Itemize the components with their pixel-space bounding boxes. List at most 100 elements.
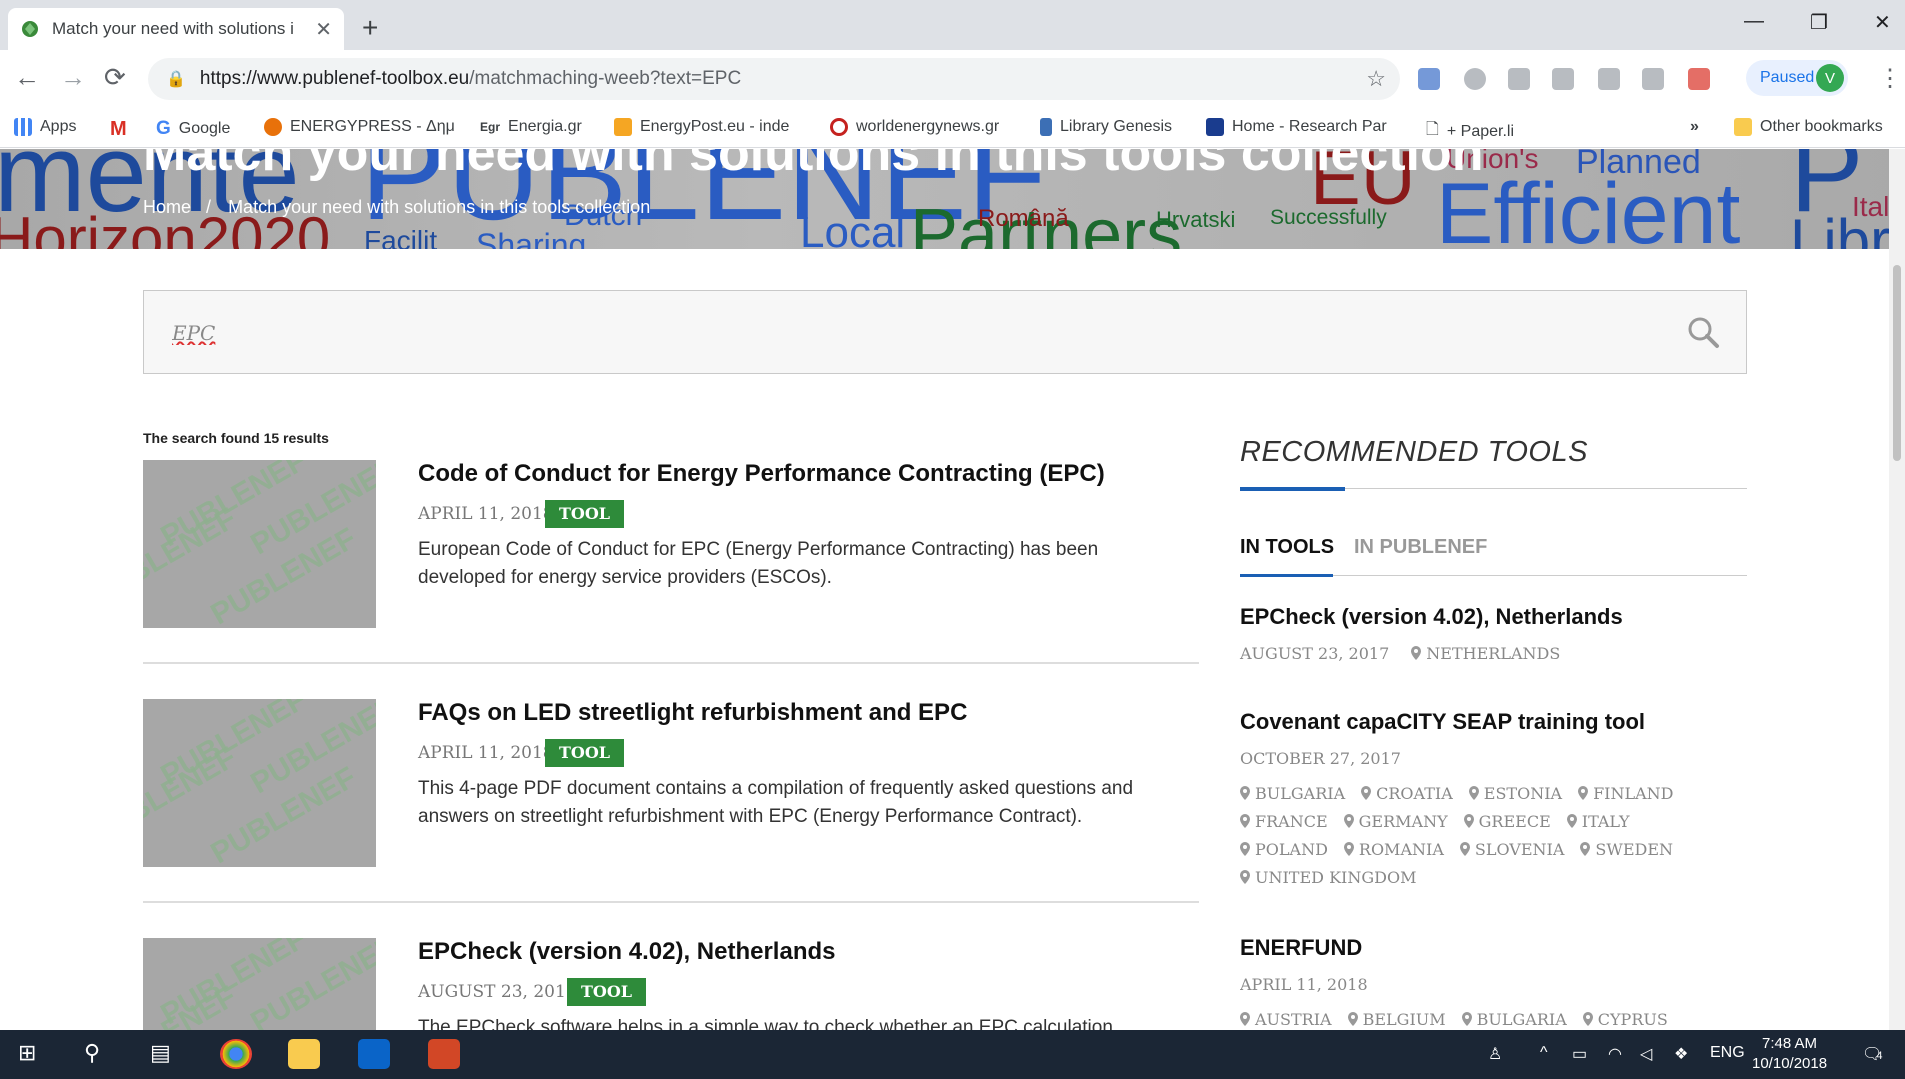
bookmarks-overflow-button[interactable]: » [1690,118,1699,136]
url-path: /matchmaching-weeb?text=EPC [469,68,742,89]
location-pin-icon [1343,814,1354,828]
notifications-icon[interactable]: 🗨4 [1862,1044,1882,1064]
country-list: BULGARIA CROATIA ESTONIA FINLAND FRANCE GERMA… [1240,780,1747,892]
bookmarks-bar: Apps M G Google ENERGYPRESS - Δημ Eɡr Ener… [0,108,1905,148]
result-date: APRIL 11, 2018 [418,743,554,763]
recommended-title[interactable]: EPCheck (version 4.02), Netherlands [1240,604,1747,630]
location-pin-icon [1580,842,1591,856]
search-taskbar-icon[interactable]: ⚲ [84,1040,100,1066]
bookmark-google[interactable]: G Google [156,118,230,140]
battery-icon[interactable]: ▭ [1572,1044,1587,1064]
bookmark-apps[interactable]: Apps [14,118,76,136]
close-tab-icon[interactable]: ✕ [315,17,332,42]
back-icon[interactable]: ← [14,62,40,93]
result-thumbnail[interactable]: PUBLENEF PUBLENEF PUBLENEF PUBLENEF [143,460,376,628]
language-indicator[interactable]: ENG [1710,1044,1745,1062]
bookmark-star-icon[interactable]: ☆ [1366,66,1386,92]
powerpoint-icon[interactable] [428,1039,460,1069]
people-icon[interactable]: ♙ [1488,1044,1502,1064]
address-bar[interactable]: 🔒 https://www.publenef-toolbox.eu/matchm… [148,58,1400,100]
energia-icon: Eɡr [480,120,501,134]
profile-button[interactable]: Paused V [1746,60,1848,96]
url-domain: https://www.publenef-toolbox.eu [199,68,470,89]
word-cloud-text: Română [978,205,1069,232]
bookmark-energypost[interactable]: EnergyPost.eu - inde [614,118,789,136]
tool-badge: TOOL [567,978,647,1006]
result-title[interactable]: Code of Conduct for Energy Performance C… [418,460,1105,488]
extension-pocket-icon[interactable] [1688,68,1710,90]
bookmark-research[interactable]: Home - Research Par [1206,118,1387,136]
extension-snowflake-icon[interactable] [1552,68,1574,90]
country-tag: BULGARIA [1240,780,1345,808]
browser-tab-strip: Match your need with solutions i ✕ + — ❐… [0,0,1905,50]
menu-icon[interactable]: ⋮ [1878,64,1902,93]
close-window-icon[interactable]: ✕ [1874,10,1891,35]
chrome-icon[interactable] [220,1039,252,1069]
task-view-icon[interactable]: ▤ [150,1040,171,1066]
bookmark-energypress[interactable]: ENERGYPRESS - Δημ [264,118,455,136]
windows-start-icon[interactable]: ⊞ [18,1040,36,1066]
lock-icon: 🔒 [166,71,186,88]
bookmark-paperli[interactable]: 🗋 + Paper.li [1426,118,1514,145]
location-pin-icon [1566,814,1577,828]
word-cloud-text: Hrvatski [1156,207,1236,232]
tab-in-publenef[interactable]: IN PUBLENEF [1354,536,1487,559]
country-tag: GREECE [1463,808,1551,836]
worldenergynews-icon [830,118,848,136]
profile-status: Paused [1760,69,1815,86]
location-pin-icon [1411,646,1422,660]
result-thumbnail[interactable]: PUBLENEF PUBLENEF PUBLENEF PUBLENEF [143,699,376,867]
result-title[interactable]: FAQs on LED streetlight refurbishment an… [418,699,967,727]
breadcrumb-separator: / [206,197,212,217]
recommended-title[interactable]: ENERFUND [1240,935,1747,961]
outlook-icon[interactable] [358,1039,390,1069]
minimize-icon[interactable]: — [1744,10,1764,33]
country-list: AUSTRIA BELGIUM BULGARIA CYPRUS [1240,1006,1747,1030]
bookmark-worldenergynews[interactable]: worldenergynews.gr [830,118,999,136]
search-icon[interactable] [1686,315,1720,349]
result-thumbnail[interactable]: PUBLENEF PUBLENEF PUBLENEF [143,938,376,1030]
new-tab-button[interactable]: + [362,12,378,44]
divider [143,901,1199,903]
clock[interactable]: 7:48 AM 10/10/2018 [1752,1034,1827,1074]
extension-circle-icon[interactable] [1464,68,1486,90]
taskbar: ⊞ ⚲ ▤ ♙ ^ ▭ ◠ ◁ ❖ ENG 7:48 AM 10/10/2018… [0,1030,1905,1079]
breadcrumb-home-link[interactable]: Home [143,197,191,217]
file-explorer-icon[interactable] [288,1039,320,1069]
bookmark-gmail[interactable]: M [110,118,127,141]
publenef-favicon-icon [22,21,38,37]
location-pin-icon [1347,1012,1358,1026]
google-icon: G [156,118,171,139]
bookmark-energia[interactable]: Eɡr Energia.gr [480,118,582,136]
show-hidden-icons-icon[interactable]: ^ [1540,1044,1548,1062]
bookmark-library-genesis[interactable]: Library Genesis [1040,118,1172,136]
page-icon: 🗋 [1426,121,1439,138]
forward-icon[interactable]: → [60,62,86,93]
result-excerpt: The EPCheck software helps in a simple w… [418,1017,1113,1030]
location-pin-icon [1361,786,1372,800]
tool-badge: TOOL [545,739,625,767]
other-bookmarks[interactable]: Other bookmarks [1734,118,1883,136]
tab-in-tools[interactable]: IN TOOLS [1240,536,1334,559]
result-excerpt: This 4-page PDF document contains a comp… [418,778,1134,827]
location-pin-icon [1240,786,1250,800]
scrollbar-thumb[interactable] [1893,265,1901,461]
result-title[interactable]: EPCheck (version 4.02), Netherlands [418,938,836,966]
extension-chart-icon[interactable] [1418,68,1440,90]
browser-tab[interactable]: Match your need with solutions i ✕ [8,8,344,50]
location-pin-icon [1468,786,1479,800]
extension-g-icon[interactable] [1508,68,1530,90]
results-count: The search found 15 results [143,430,329,446]
reload-icon[interactable]: ⟳ [104,62,126,93]
word-cloud-text: Local [800,208,906,250]
extension-s-icon[interactable] [1598,68,1620,90]
search-input[interactable] [172,321,1572,345]
country-tag: POLAND [1240,836,1328,864]
volume-icon[interactable]: ◁ [1640,1044,1652,1064]
restore-icon[interactable]: ❐ [1810,10,1828,35]
wifi-icon[interactable]: ◠ [1608,1044,1622,1064]
extension-pdf-icon[interactable] [1642,68,1664,90]
recommended-tools-heading: RECOMMENDED TOOLS [1240,436,1588,468]
recommended-title[interactable]: Covenant capaCITY SEAP training tool [1240,709,1747,735]
dropbox-icon[interactable]: ❖ [1674,1044,1688,1064]
